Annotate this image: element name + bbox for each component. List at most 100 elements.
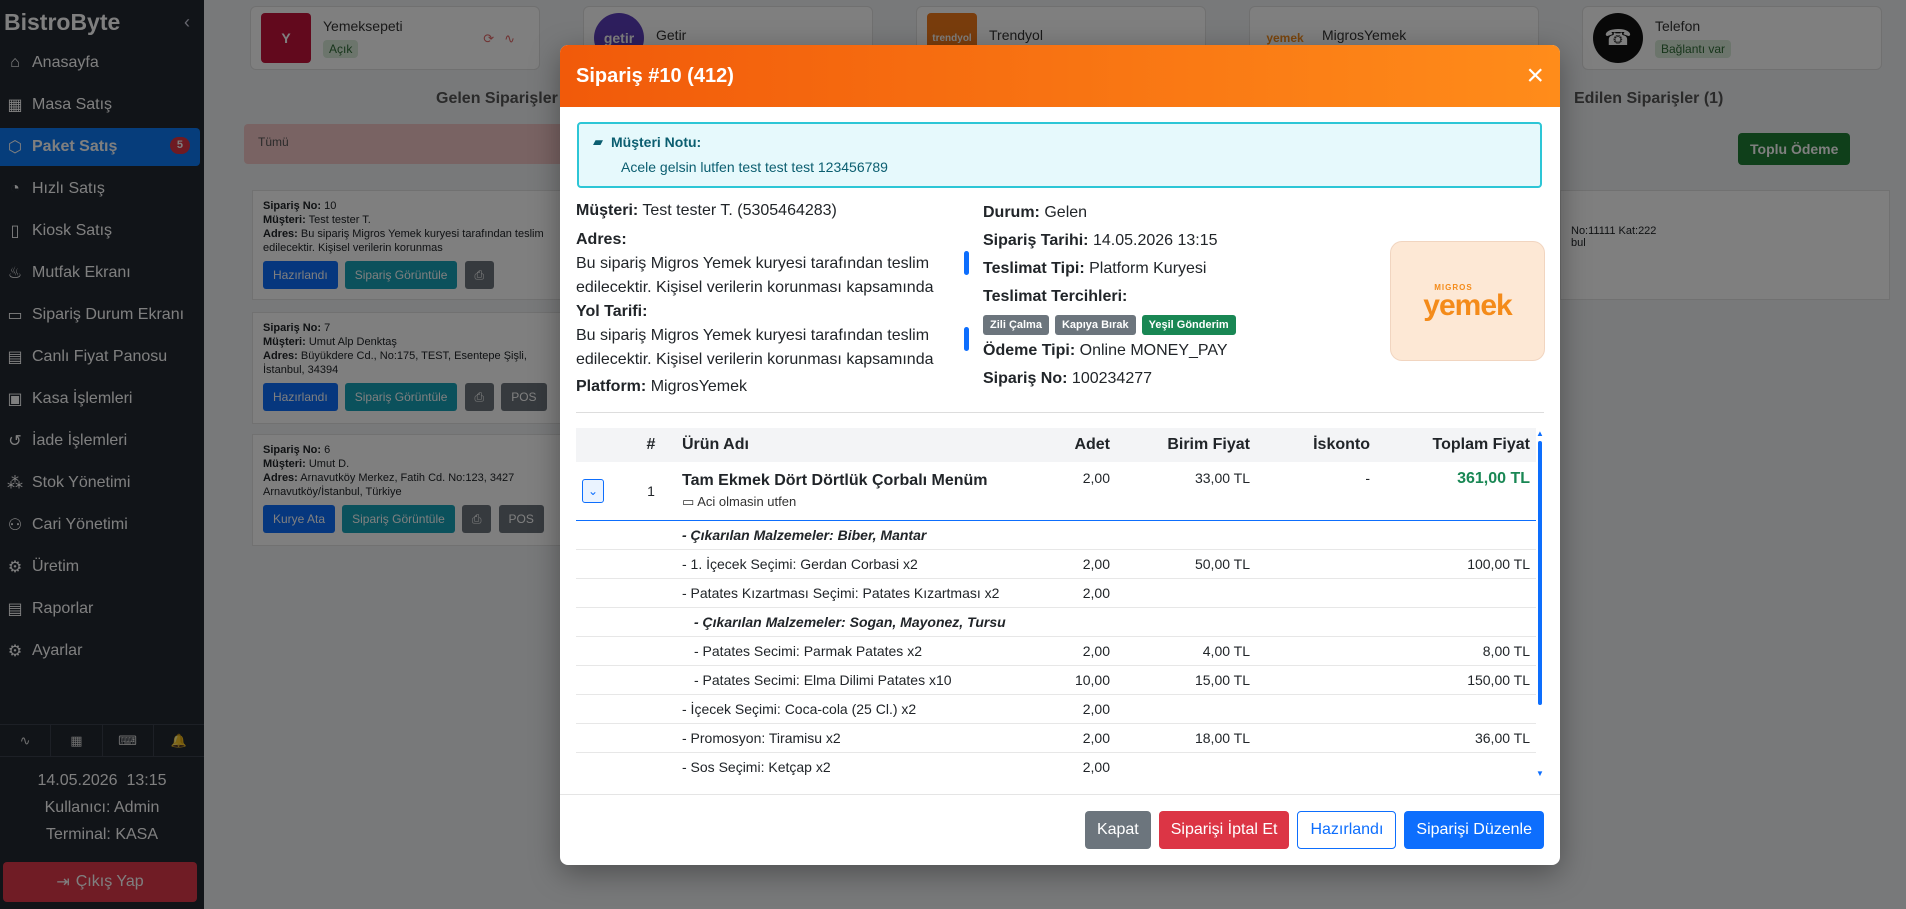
scroll-thumb[interactable] <box>1538 441 1542 705</box>
sub-item-unit-price: 4,00 TL <box>1116 636 1256 666</box>
sub-item-discount <box>1256 752 1376 778</box>
product-name: Tam Ekmek Dört Dörtlük Çorbalı Menüm <box>682 471 988 489</box>
spacer <box>626 723 676 753</box>
sub-item-unit-price <box>1116 607 1256 637</box>
item-qty: 2,00 <box>1036 462 1116 521</box>
cancel-order-button[interactable]: Siparişi İptal Et <box>1158 811 1290 849</box>
table-row: - İçecek Seçimi: Coca-cola (25 Cl.) x2 2,… <box>576 694 1536 724</box>
delivery-pref-badge: Zili Çalma <box>983 315 1049 335</box>
spacer <box>626 607 676 637</box>
divider <box>576 412 1544 413</box>
table-row: - 1. İçecek Seçimi: Gerdan Corbasi x2 2,0… <box>576 549 1536 579</box>
sub-item-total: 36,00 TL <box>1376 723 1536 753</box>
scroll-up-icon[interactable]: ▲ <box>1536 429 1544 438</box>
address-scrollbox[interactable]: Bu sipariş Migros Yemek kuryesi tarafınd… <box>576 252 956 300</box>
route-scrollbar[interactable] <box>964 327 969 351</box>
spacer <box>626 752 676 778</box>
sticky-note-icon: ▰ <box>593 134 603 149</box>
sub-item-name: - Patates Secimi: Elma Dilimi Patates x1… <box>676 665 1036 695</box>
sub-item-discount <box>1256 549 1376 579</box>
address-scrollbar[interactable] <box>964 251 969 275</box>
close-icon[interactable]: × <box>1526 61 1544 91</box>
spacer <box>626 636 676 666</box>
route-value: Bu sipariş Migros Yemek kuryesi tarafınd… <box>576 327 934 368</box>
sub-item-unit-price <box>1116 520 1256 550</box>
sub-item-qty <box>1036 520 1116 550</box>
sub-item-total: 8,00 TL <box>1376 636 1536 666</box>
sub-item-total <box>1376 607 1536 637</box>
sub-item-discount <box>1256 520 1376 550</box>
sub-item-unit-price: 18,00 TL <box>1116 723 1256 753</box>
sub-item-total <box>1376 578 1536 608</box>
spacer <box>576 607 626 637</box>
table-row: - Promosyon: Tiramisu x2 2,00 18,00 TL 36,0… <box>576 723 1536 753</box>
delivery-prefs: Zili Çalma Kapıya Bırak Yeşil Gönderim <box>983 313 1383 337</box>
spacer <box>626 665 676 695</box>
sub-item-unit-price: 50,00 TL <box>1116 549 1256 579</box>
scroll-down-icon[interactable]: ▼ <box>1536 769 1544 778</box>
chevron-down-icon[interactable]: ⌄ <box>582 478 604 503</box>
order-items-table[interactable]: # Ürün Adı Adet Birim Fiyat İskonto Topl… <box>576 428 1541 778</box>
spacer <box>626 520 676 550</box>
header-expand <box>576 428 626 462</box>
sub-item-unit-price <box>1116 578 1256 608</box>
sub-item-unit-price <box>1116 694 1256 724</box>
route-scrollbox[interactable]: Bu sipariş Migros Yemek kuryesi tarafınd… <box>576 324 956 372</box>
sub-item-name: - Çıkarılan Malzemeler: Biber, Mantar <box>676 520 1036 550</box>
address-value: Bu sipariş Migros Yemek kuryesi tarafınd… <box>576 255 934 296</box>
spacer <box>576 723 626 753</box>
logo-big-text: yemek <box>1423 288 1512 322</box>
spacer <box>576 549 626 579</box>
sub-item-discount <box>1256 607 1376 637</box>
delivery-prefs-label: Teslimat Tercihleri: <box>983 288 1128 305</box>
spacer <box>626 578 676 608</box>
sub-item-discount <box>1256 723 1376 753</box>
sub-item-name: - Çıkarılan Malzemeler: Sogan, Mayonez, … <box>676 607 1036 637</box>
header-product: Ürün Adı <box>676 428 1036 462</box>
table-row[interactable]: ⌄ 1 Tam Ekmek Dört Dörtlük Çorbalı Menüm… <box>576 462 1536 521</box>
mark-ready-button[interactable]: Hazırlandı <box>1297 811 1397 849</box>
sub-item-discount <box>1256 578 1376 608</box>
comment-icon: ▭ <box>682 493 695 509</box>
order-info-left: Müşteri: Test tester T. (5305464283) Adr… <box>576 199 976 399</box>
close-button[interactable]: Kapat <box>1084 811 1151 849</box>
customer-value: Test tester T. (5305464283) <box>642 202 837 219</box>
sub-item-discount <box>1256 665 1376 695</box>
migrosyemek-logo: MIGROS yemek <box>1390 241 1545 361</box>
sub-item-qty: 2,00 <box>1036 723 1116 753</box>
header-qty: Adet <box>1036 428 1116 462</box>
order-date-label: Sipariş Tarihi: <box>983 232 1089 249</box>
status-label: Durum: <box>983 204 1040 221</box>
delivery-type-label: Teslimat Tipi: <box>983 260 1085 277</box>
header-total: Toplam Fiyat <box>1376 428 1536 462</box>
delivery-pref-badge: Yeşil Gönderim <box>1141 315 1236 335</box>
table-row: - Çıkarılan Malzemeler: Biber, Mantar <box>576 520 1536 550</box>
spacer <box>576 578 626 608</box>
table-header: # Ürün Adı Adet Birim Fiyat İskonto Topl… <box>576 428 1536 462</box>
sub-item-qty <box>1036 607 1116 637</box>
header-unit-price: Birim Fiyat <box>1116 428 1256 462</box>
sub-item-total <box>1376 694 1536 724</box>
platform-value: MigrosYemek <box>650 378 748 395</box>
status-value: Gelen <box>1044 204 1088 221</box>
header-index: # <box>626 428 676 462</box>
sub-item-qty: 10,00 <box>1036 665 1116 695</box>
sub-item-total <box>1376 752 1536 778</box>
sub-item-unit-price <box>1116 752 1256 778</box>
delivery-pref-badge: Kapıya Bırak <box>1054 315 1136 335</box>
note-title: Müşteri Notu: <box>611 134 702 150</box>
spacer <box>576 520 626 550</box>
table-scrollbar[interactable]: ▲ ▼ <box>1536 429 1544 779</box>
order-no-label: Sipariş No: <box>983 370 1068 387</box>
table-row: - Sos Seçimi: Ketçap x2 2,00 <box>576 752 1536 778</box>
edit-order-button[interactable]: Siparişi Düzenle <box>1404 811 1544 849</box>
sub-item-discount <box>1256 636 1376 666</box>
customer-label: Müşteri: <box>576 202 639 219</box>
payment-type-label: Ödeme Tipi: <box>983 342 1076 359</box>
sub-item-name: - 1. İçecek Seçimi: Gerdan Corbasi x2 <box>676 549 1036 579</box>
modal-title: Sipariş #10 (412) <box>576 64 734 87</box>
spacer <box>626 549 676 579</box>
customer-note: ▰ Müşteri Notu: Acele gelsin lutfen test … <box>577 122 1542 188</box>
delivery-type-value: Platform Kuryesi <box>1089 260 1207 277</box>
route-label: Yol Tarifi: <box>576 303 648 320</box>
